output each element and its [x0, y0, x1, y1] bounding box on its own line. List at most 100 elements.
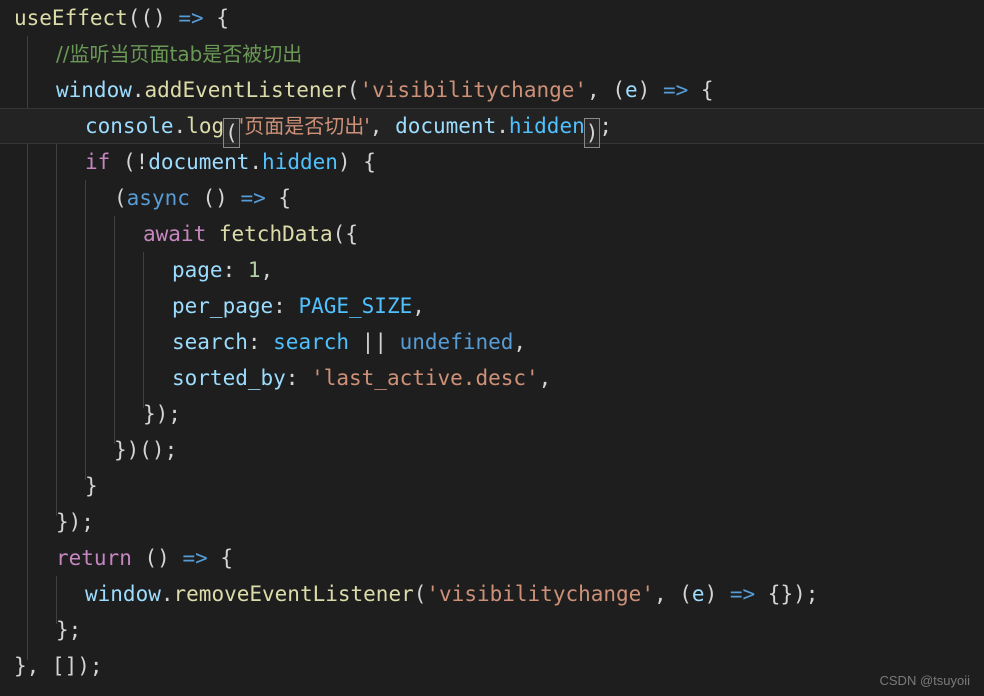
- token-property: sorted_by: [172, 366, 286, 390]
- token-variable: document: [395, 114, 497, 138]
- code-line[interactable]: page: 1,: [0, 252, 984, 288]
- token-method: removeEventListener: [173, 582, 414, 606]
- token-punctuation: , (: [653, 582, 692, 606]
- token-comment: //监听当页面tab是否被切出: [56, 42, 303, 66]
- token-punctuation: {: [207, 546, 234, 570]
- token-keyword: return: [56, 546, 132, 570]
- token-function: useEffect: [14, 6, 128, 30]
- token-arrow: =>: [662, 78, 689, 102]
- code-line[interactable]: return () => {: [0, 540, 984, 576]
- token-arrow: =>: [240, 186, 266, 210]
- token-keyword: if: [85, 150, 111, 174]
- code-line[interactable]: //监听当页面tab是否被切出: [0, 36, 984, 72]
- token-arrow: =>: [729, 582, 756, 606]
- token-parameter: e: [691, 582, 705, 606]
- token-punctuation: ({: [332, 222, 358, 246]
- code-editor[interactable]: useEffect(() => { //监听当页面tab是否被切出 window…: [0, 0, 984, 696]
- token-method: addEventListener: [144, 78, 347, 102]
- token-punctuation: (): [131, 546, 183, 570]
- code-line[interactable]: }: [0, 468, 984, 504]
- token-string: 'visibilitychange': [426, 582, 654, 606]
- token-string: 'last_active.desc': [311, 366, 539, 390]
- token-punctuation: .: [131, 78, 145, 102]
- token-function: fetchData: [218, 222, 333, 246]
- token-constant: PAGE_SIZE: [298, 294, 413, 318]
- token-punctuation: :: [273, 294, 299, 318]
- code-line[interactable]: })();: [0, 432, 984, 468]
- code-line[interactable]: if (!document.hidden) {: [0, 144, 984, 180]
- code-line[interactable]: window.removeEventListener('visibilitych…: [0, 576, 984, 612]
- token-punctuation: .: [496, 114, 509, 138]
- token-punctuation: (: [413, 582, 427, 606]
- token-operator: ||: [361, 330, 387, 354]
- token-variable: search: [273, 330, 350, 354]
- code-line-active[interactable]: console.log('页面是否切出', document.hidden);: [0, 108, 984, 148]
- token-punctuation: :: [285, 366, 312, 390]
- token-arrow: =>: [178, 6, 204, 30]
- token-punctuation: }, []);: [14, 654, 103, 678]
- token-number: 1: [247, 258, 261, 282]
- token-property: page: [172, 258, 223, 282]
- token-keyword: async: [126, 186, 190, 210]
- watermark: CSDN @tsuyoii: [879, 673, 971, 688]
- token-punctuation: ) {: [337, 150, 376, 174]
- token-punctuation: }: [85, 474, 98, 498]
- code-line[interactable]: per_page: PAGE_SIZE,: [0, 288, 984, 324]
- token-property: search: [172, 330, 248, 354]
- token-punctuation: ): [704, 582, 730, 606]
- code-line[interactable]: useEffect(() => {: [0, 0, 984, 36]
- token-punctuation: ;: [599, 114, 613, 138]
- token-punctuation: })();: [114, 438, 178, 462]
- token-punctuation: ,: [513, 330, 527, 354]
- token-parameter: e: [624, 78, 638, 102]
- token-punctuation: ,: [412, 294, 425, 318]
- token-punctuation: });: [143, 402, 181, 426]
- code-line[interactable]: });: [0, 396, 984, 432]
- token-punctuation: {});: [755, 582, 819, 606]
- token-punctuation: ((): [127, 6, 179, 30]
- token-variable: console: [85, 114, 174, 138]
- token-punctuation: ): [637, 78, 663, 102]
- code-line[interactable]: };: [0, 612, 984, 648]
- token-variable: window: [85, 582, 161, 606]
- token-string: 'visibilitychange': [359, 78, 588, 102]
- token-punctuation: ,: [538, 366, 552, 390]
- code-line[interactable]: await fetchData({: [0, 216, 984, 252]
- token-keyword: undefined: [399, 330, 514, 354]
- code-line[interactable]: sorted_by: 'last_active.desc',: [0, 360, 984, 396]
- token-string: '页面是否切出': [238, 114, 370, 138]
- token-punctuation: (): [189, 186, 241, 210]
- code-line[interactable]: (async () => {: [0, 180, 984, 216]
- token-variable: document: [148, 150, 250, 174]
- code-line[interactable]: }, []);: [0, 648, 984, 684]
- token-punctuation: .: [249, 150, 263, 174]
- token-punctuation: {: [203, 6, 229, 30]
- token-punctuation: };: [56, 618, 82, 642]
- token-property: hidden: [262, 150, 338, 174]
- token-punctuation: {: [688, 78, 714, 102]
- token-keyword: await: [143, 222, 207, 246]
- token-variable: window: [56, 78, 132, 102]
- token-punctuation: (: [114, 186, 127, 210]
- token-punctuation: :: [222, 258, 248, 282]
- token-property: per_page: [172, 294, 274, 318]
- token-punctuation: (!: [110, 150, 149, 174]
- token-punctuation: {: [265, 186, 292, 210]
- token-arrow: =>: [182, 546, 208, 570]
- token-method: log: [186, 114, 225, 138]
- token-property: hidden: [508, 114, 585, 138]
- token-punctuation: ,: [369, 114, 396, 138]
- token-punctuation: [387, 330, 400, 354]
- token-punctuation: ,: [260, 258, 274, 282]
- token-punctuation: (: [346, 78, 360, 102]
- code-lines[interactable]: useEffect(() => { //监听当页面tab是否被切出 window…: [0, 0, 984, 684]
- code-line[interactable]: window.addEventListener('visibilitychang…: [0, 72, 984, 108]
- token-punctuation: [206, 222, 219, 246]
- code-line[interactable]: });: [0, 504, 984, 540]
- token-punctuation: .: [173, 114, 187, 138]
- token-punctuation: :: [247, 330, 274, 354]
- token-punctuation: , (: [587, 78, 625, 102]
- code-line[interactable]: search: search || undefined,: [0, 324, 984, 360]
- token-punctuation: .: [160, 582, 174, 606]
- token-punctuation: });: [56, 510, 94, 534]
